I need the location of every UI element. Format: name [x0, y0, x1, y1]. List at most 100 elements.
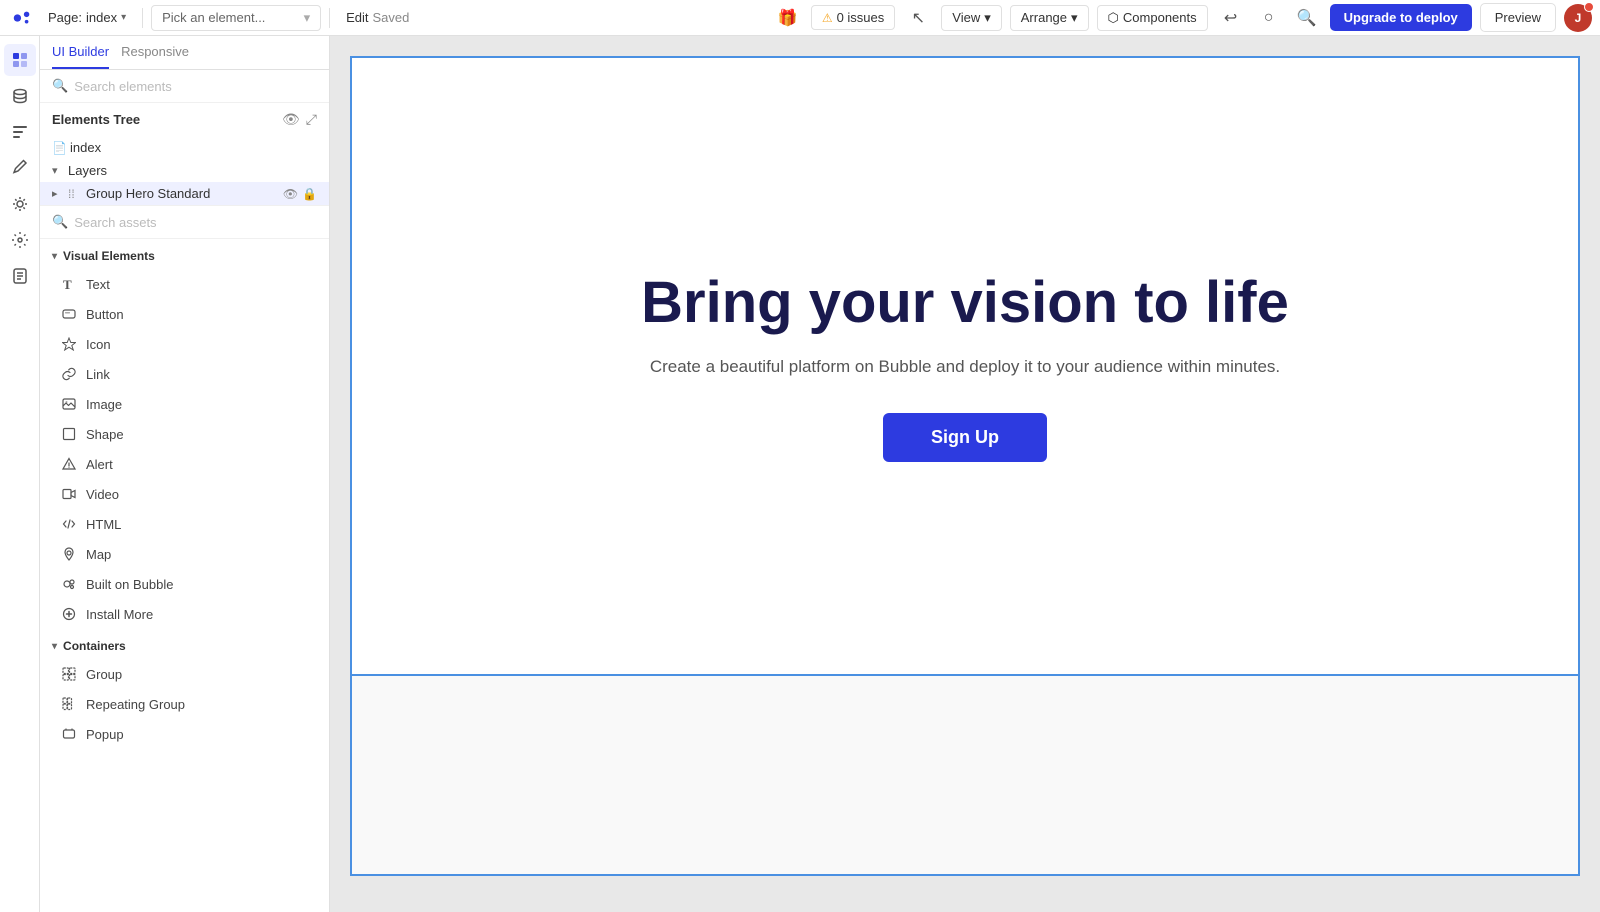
- text-element-icon: T: [60, 275, 78, 293]
- html-element-icon: [60, 515, 78, 533]
- styles-icon[interactable]: [4, 116, 36, 148]
- group-hero-eye-icon[interactable]: 👁: [283, 187, 298, 201]
- tree-page-name: index: [70, 140, 317, 155]
- search-icon-button[interactable]: 🔍: [1292, 3, 1322, 33]
- element-item-install-more[interactable]: Install More: [40, 599, 329, 629]
- main-layout: UI Builder Responsive 🔍 Elements Tree 👁 …: [0, 36, 1600, 912]
- icon-element-icon: [60, 335, 78, 353]
- tree-eye-icon[interactable]: 👁: [282, 111, 300, 128]
- pick-element-chevron: ▾: [304, 10, 311, 26]
- image-element-icon: [60, 395, 78, 413]
- issues-count: 0 issues: [837, 10, 885, 25]
- tree-item-index[interactable]: 📄 index: [40, 136, 329, 159]
- visual-elements-label: Visual Elements: [63, 249, 155, 263]
- page-chevron-icon: ▾: [121, 12, 126, 23]
- divider-2: [329, 8, 330, 28]
- group-hero-toggle-icon: ▸: [52, 187, 64, 200]
- built-on-bubble-element-label: Built on Bubble: [86, 577, 173, 592]
- group-element-icon: [60, 665, 78, 683]
- html-element-label: HTML: [86, 517, 121, 532]
- panel-tabs: UI Builder Responsive: [40, 36, 329, 70]
- element-item-built-on-bubble[interactable]: Built on Bubble: [40, 569, 329, 599]
- canvas-below-fold[interactable]: [350, 676, 1580, 876]
- components-cube-icon: ⬡: [1108, 10, 1119, 26]
- group-hero-actions: 👁 🔒: [283, 187, 317, 201]
- element-item-icon[interactable]: Icon: [40, 329, 329, 359]
- image-element-label: Image: [86, 397, 122, 412]
- data-icon[interactable]: [4, 80, 36, 112]
- arrange-button[interactable]: Arrange ▾: [1010, 5, 1089, 31]
- tree-expand-icon[interactable]: ⤢: [306, 111, 317, 128]
- tree-header-actions: 👁 ⤢: [282, 111, 317, 128]
- element-item-image[interactable]: Image: [40, 389, 329, 419]
- saved-label: Saved: [373, 10, 410, 25]
- undo-button[interactable]: ↩: [1216, 3, 1246, 33]
- popup-element-label: Popup: [86, 727, 124, 742]
- element-item-shape[interactable]: Shape: [40, 419, 329, 449]
- tree-layers-label: Layers: [68, 163, 317, 178]
- ui-builder-icon[interactable]: [4, 44, 36, 76]
- warning-icon: ⚠: [822, 11, 833, 25]
- icon-element-label: Icon: [86, 337, 111, 352]
- pointer-icon-button[interactable]: ↖: [903, 3, 933, 33]
- elements-tree-title: Elements Tree: [52, 112, 140, 127]
- elements-panel-scrollable: ▾ Visual Elements T Text Button: [40, 239, 329, 912]
- bubble-logo[interactable]: [8, 4, 36, 32]
- element-item-video[interactable]: Video: [40, 479, 329, 509]
- repeating-group-element-icon: [60, 695, 78, 713]
- search-elements-bar: 🔍: [40, 70, 329, 103]
- plugins-icon[interactable]: [4, 188, 36, 220]
- view-button[interactable]: View ▾: [941, 5, 1001, 31]
- tree-item-layers[interactable]: ▾ Layers: [40, 159, 329, 182]
- gift-icon-button[interactable]: 🎁: [773, 3, 803, 33]
- video-element-icon: [60, 485, 78, 503]
- components-button[interactable]: ⬡ Components: [1097, 5, 1208, 31]
- element-item-map[interactable]: Map: [40, 539, 329, 569]
- settings-icon[interactable]: [4, 224, 36, 256]
- element-item-button[interactable]: Button: [40, 299, 329, 329]
- page-file-icon: 📄: [52, 141, 66, 155]
- page-label: Page:: [48, 10, 82, 25]
- edit-label: Edit: [346, 10, 368, 25]
- element-item-alert[interactable]: Alert: [40, 449, 329, 479]
- canvas-area[interactable]: Bring your vision to life Create a beaut…: [330, 36, 1600, 912]
- circle-icon-button[interactable]: ○: [1254, 3, 1284, 33]
- canvas-hero-subtitle: Create a beautiful platform on Bubble an…: [650, 357, 1280, 377]
- search-assets-input[interactable]: [74, 215, 317, 230]
- group-hero-lock-icon[interactable]: 🔒: [302, 187, 317, 201]
- pencil-icon[interactable]: [4, 152, 36, 184]
- tree-group-hero-label: Group Hero Standard: [86, 186, 279, 201]
- element-item-repeating-group[interactable]: Repeating Group: [40, 689, 329, 719]
- tab-ui-builder[interactable]: UI Builder: [52, 44, 109, 69]
- search-assets-icon: 🔍: [52, 214, 68, 230]
- element-item-text[interactable]: T Text: [40, 269, 329, 299]
- issues-button[interactable]: ⚠ 0 issues: [811, 5, 895, 30]
- page-selector[interactable]: Page: index ▾: [40, 6, 134, 29]
- canvas-hero-section: Bring your vision to life Create a beaut…: [352, 210, 1578, 522]
- upgrade-to-deploy-button[interactable]: Upgrade to deploy: [1330, 4, 1472, 31]
- icon-sidebar: [0, 36, 40, 912]
- search-elements-input[interactable]: [74, 79, 317, 94]
- visual-elements-toggle-icon: ▾: [52, 251, 57, 262]
- containers-section-header[interactable]: ▾ Containers: [40, 629, 329, 659]
- avatar-notification-badge: [1584, 2, 1594, 12]
- pick-element-label: Pick an element...: [162, 10, 265, 25]
- element-item-popup[interactable]: Popup: [40, 719, 329, 749]
- element-item-html[interactable]: HTML: [40, 509, 329, 539]
- install-more-element-label: Install More: [86, 607, 153, 622]
- left-panel: UI Builder Responsive 🔍 Elements Tree 👁 …: [40, 36, 330, 912]
- preview-button[interactable]: Preview: [1480, 3, 1556, 32]
- tree-item-group-hero[interactable]: ▸ ⁞⁞ Group Hero Standard 👁 🔒: [40, 182, 329, 205]
- canvas-page[interactable]: Bring your vision to life Create a beaut…: [350, 56, 1580, 676]
- layers-toggle-icon: ▾: [52, 164, 64, 177]
- logs-icon[interactable]: [4, 260, 36, 292]
- pick-element-dropdown[interactable]: Pick an element... ▾: [151, 5, 321, 31]
- video-element-label: Video: [86, 487, 119, 502]
- tab-responsive[interactable]: Responsive: [121, 44, 189, 69]
- user-avatar[interactable]: J: [1564, 4, 1592, 32]
- element-item-group[interactable]: Group: [40, 659, 329, 689]
- element-item-link[interactable]: Link: [40, 359, 329, 389]
- canvas-hero-signup-button[interactable]: Sign Up: [883, 413, 1047, 462]
- shape-element-label: Shape: [86, 427, 124, 442]
- visual-elements-section-header[interactable]: ▾ Visual Elements: [40, 239, 329, 269]
